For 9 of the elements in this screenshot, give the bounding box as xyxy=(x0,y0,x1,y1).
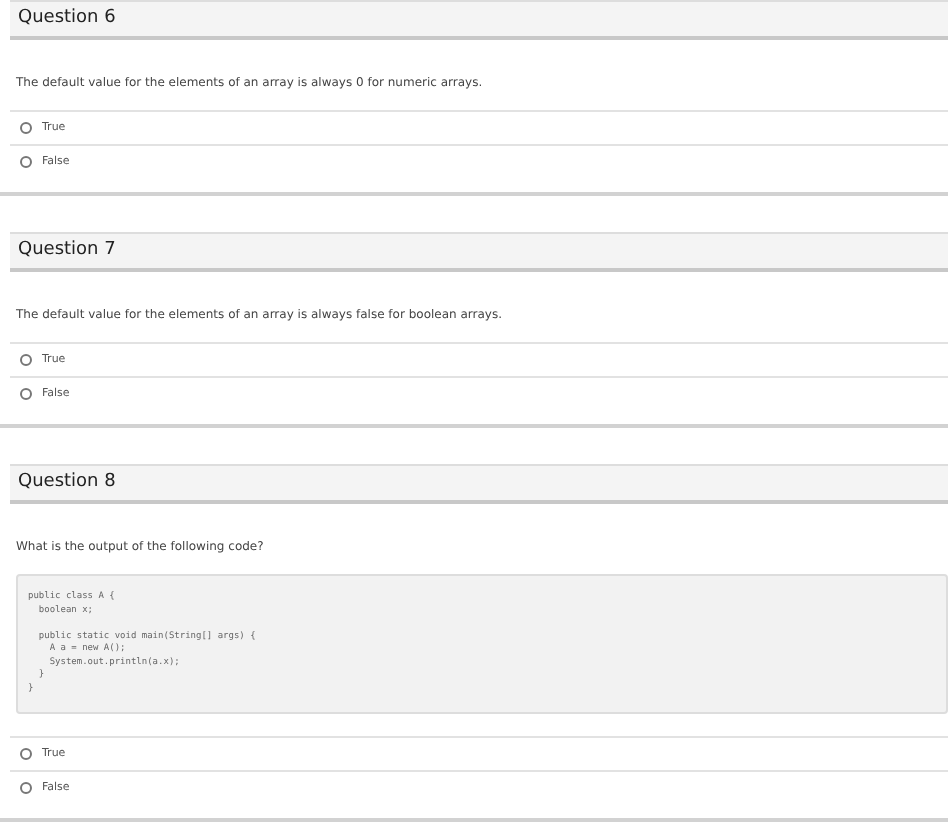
radio-button[interactable] xyxy=(20,782,32,794)
question-title: Question 7 xyxy=(18,237,116,264)
radio-button[interactable] xyxy=(20,156,32,168)
radio-button[interactable] xyxy=(20,122,32,134)
question-title: Question 8 xyxy=(18,469,116,496)
question-title: Question 6 xyxy=(18,5,116,32)
radio-button[interactable] xyxy=(20,354,32,366)
radio-button[interactable] xyxy=(20,748,32,760)
radio-button[interactable] xyxy=(20,388,32,400)
